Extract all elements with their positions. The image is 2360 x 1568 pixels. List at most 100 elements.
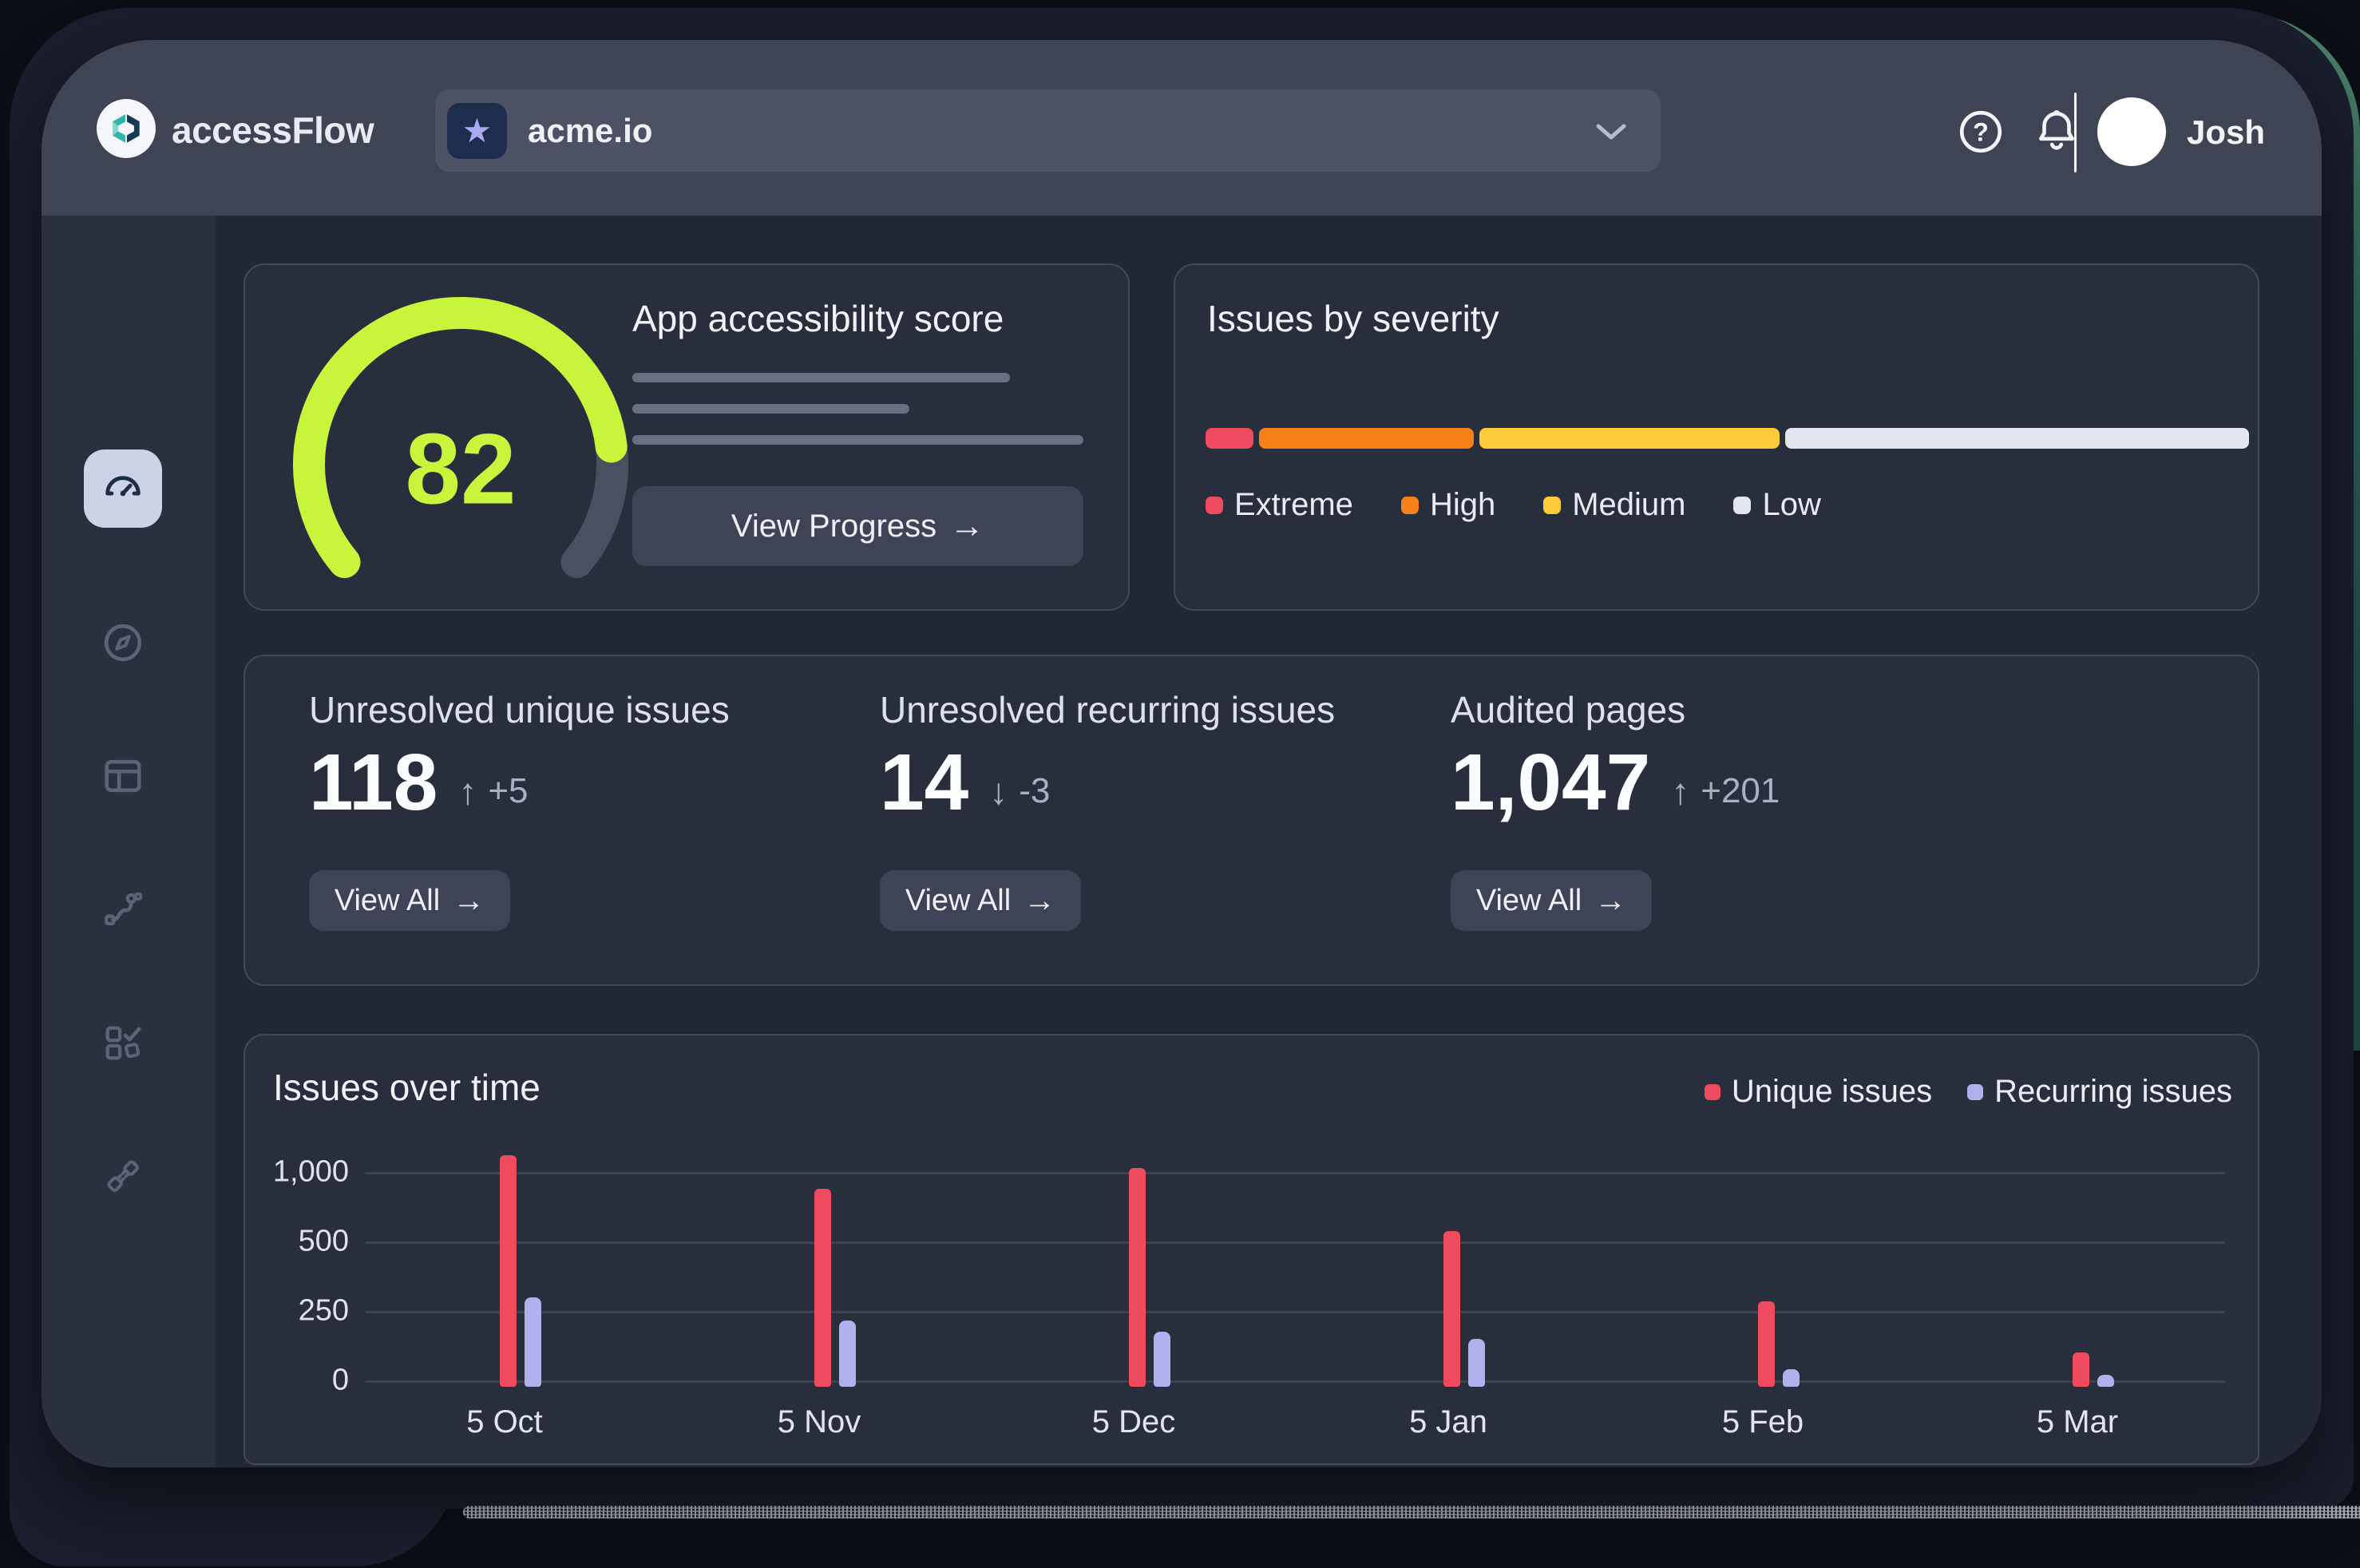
y-axis-label: 500 bbox=[245, 1225, 349, 1259]
stat-label: Unresolved unique issues bbox=[309, 688, 730, 731]
plug-icon bbox=[100, 1153, 146, 1199]
arrow-right-icon: → bbox=[1024, 885, 1055, 917]
chart-title: Issues over time bbox=[273, 1066, 541, 1109]
stats-card: Unresolved unique issues 118 ↑ +5 View A… bbox=[244, 655, 2259, 986]
y-axis-label: 1,000 bbox=[245, 1155, 349, 1190]
topbar: accessFlow ★ acme.io ? Josh bbox=[42, 40, 2322, 216]
sidebar-item-pages[interactable] bbox=[84, 737, 162, 815]
issues-over-time-card: Issues over time Unique issues Recurring … bbox=[244, 1034, 2259, 1465]
noise-texture-band bbox=[463, 1506, 2360, 1519]
stat-value: 14 bbox=[880, 742, 968, 822]
app-window: accessFlow ★ acme.io ? Josh bbox=[42, 40, 2322, 1467]
user-name: Josh bbox=[2187, 113, 2265, 152]
x-axis-label: 5 Feb bbox=[1675, 1404, 1851, 1440]
bar-recurring-issues bbox=[525, 1297, 541, 1387]
sidebar-item-components[interactable] bbox=[84, 1004, 162, 1082]
topbar-divider bbox=[2074, 93, 2077, 172]
compass-icon bbox=[100, 620, 146, 666]
gridline bbox=[365, 1311, 2225, 1313]
severity-legend-item: Medium bbox=[1543, 487, 1685, 523]
bar-unique-issues bbox=[500, 1155, 517, 1387]
bar-unique-issues bbox=[1758, 1301, 1775, 1387]
sidebar-item-explore[interactable] bbox=[84, 604, 162, 682]
bar-recurring-issues bbox=[1154, 1332, 1170, 1387]
chart-legend-item: Recurring issues bbox=[1967, 1074, 2232, 1110]
skeleton-line bbox=[632, 404, 909, 414]
bar-recurring-issues bbox=[2097, 1375, 2114, 1387]
sidebar bbox=[42, 216, 216, 1467]
user-avatar[interactable] bbox=[2097, 97, 2166, 166]
legend-swatch-icon bbox=[1967, 1084, 1983, 1100]
chevron-down-icon bbox=[1595, 123, 1627, 141]
bar-unique-issues bbox=[814, 1189, 831, 1387]
accessflow-logo-icon bbox=[107, 109, 145, 148]
arrow-up-icon: ↑ bbox=[1671, 770, 1689, 813]
severity-legend-item: High bbox=[1401, 487, 1495, 523]
bar-unique-issues bbox=[1129, 1168, 1146, 1387]
severity-segment-low bbox=[1785, 428, 2249, 449]
sidebar-item-integrations[interactable] bbox=[84, 1137, 162, 1215]
screenshot-stage: accessFlow ★ acme.io ? Josh bbox=[0, 0, 2360, 1568]
stat-audited-pages: Audited pages 1,047 ↑ +201 View All → bbox=[1451, 656, 2010, 984]
bar-recurring-issues bbox=[1468, 1339, 1485, 1387]
legend-swatch-icon bbox=[1705, 1084, 1721, 1100]
legend-swatch-icon bbox=[1543, 497, 1561, 514]
x-axis-label: 5 Oct bbox=[417, 1404, 592, 1440]
bar-unique-issues bbox=[2073, 1352, 2089, 1387]
arrow-right-icon: → bbox=[453, 885, 485, 917]
stat-delta: ↑ +201 bbox=[1671, 770, 1780, 822]
legend-swatch-icon bbox=[1401, 497, 1419, 514]
x-axis-label: 5 Mar bbox=[1990, 1404, 2165, 1440]
star-icon: ★ bbox=[447, 103, 507, 159]
view-all-button[interactable]: View All → bbox=[1451, 870, 1652, 931]
x-axis-label: 5 Jan bbox=[1360, 1404, 1536, 1440]
severity-legend-item: Low bbox=[1733, 487, 1820, 523]
score-card-title: App accessibility score bbox=[632, 297, 1004, 340]
main-content: 82 App accessibility score View Progress… bbox=[216, 216, 2322, 1467]
arrow-down-icon: ↓ bbox=[989, 770, 1008, 813]
brand-name: accessFlow bbox=[172, 109, 374, 152]
y-axis-label: 250 bbox=[245, 1294, 349, 1328]
stat-unique-issues: Unresolved unique issues 118 ↑ +5 View A… bbox=[309, 656, 868, 984]
gridline bbox=[365, 1380, 2225, 1383]
gridline bbox=[365, 1241, 2225, 1244]
severity-legend-item: Extreme bbox=[1206, 487, 1353, 523]
severity-segment-medium bbox=[1479, 428, 1780, 449]
stat-delta: ↓ -3 bbox=[989, 770, 1050, 822]
y-axis-label: 0 bbox=[245, 1364, 349, 1398]
skeleton-line bbox=[632, 435, 1083, 445]
score-value: 82 bbox=[405, 414, 516, 525]
view-all-button[interactable]: View All → bbox=[309, 870, 510, 931]
stat-label: Audited pages bbox=[1451, 688, 1685, 731]
arrow-right-icon: → bbox=[1594, 885, 1626, 917]
x-axis-label: 5 Dec bbox=[1046, 1404, 1222, 1440]
layout-icon bbox=[100, 753, 146, 799]
legend-swatch-icon bbox=[1206, 497, 1223, 514]
view-all-button[interactable]: View All → bbox=[880, 870, 1081, 931]
view-progress-label: View Progress bbox=[731, 509, 936, 544]
chart-legend-item: Unique issues bbox=[1705, 1074, 1932, 1110]
gauge-icon bbox=[100, 465, 146, 512]
stat-label: Unresolved recurring issues bbox=[880, 688, 1335, 731]
route-icon bbox=[100, 886, 146, 932]
chart-legend: Unique issues Recurring issues bbox=[1705, 1074, 2232, 1110]
svg-text:?: ? bbox=[1973, 117, 1989, 146]
project-selector[interactable]: ★ acme.io bbox=[435, 89, 1661, 172]
project-selector-value: acme.io bbox=[528, 112, 652, 150]
view-progress-button[interactable]: View Progress → bbox=[632, 486, 1083, 566]
stat-recurring-issues: Unresolved recurring issues 14 ↓ -3 View… bbox=[880, 656, 1439, 984]
severity-stacked-bar bbox=[1206, 428, 2249, 449]
x-axis-label: 5 Nov bbox=[731, 1404, 907, 1440]
stat-value: 118 bbox=[309, 742, 438, 822]
accessibility-score-card: 82 App accessibility score View Progress… bbox=[244, 263, 1130, 611]
sidebar-item-flows[interactable] bbox=[84, 870, 162, 948]
issues-by-severity-card: Issues by severity ExtremeHighMediumLow bbox=[1174, 263, 2259, 611]
severity-segment-high bbox=[1259, 428, 1474, 449]
stat-value: 1,047 bbox=[1451, 742, 1650, 822]
skeleton-line bbox=[632, 373, 1010, 382]
severity-segment-extreme bbox=[1206, 428, 1253, 449]
arrow-up-icon: ↑ bbox=[458, 770, 477, 813]
sidebar-item-dashboard[interactable] bbox=[84, 449, 162, 528]
help-icon[interactable]: ? bbox=[1956, 107, 2006, 156]
stat-delta: ↑ +5 bbox=[458, 770, 528, 822]
